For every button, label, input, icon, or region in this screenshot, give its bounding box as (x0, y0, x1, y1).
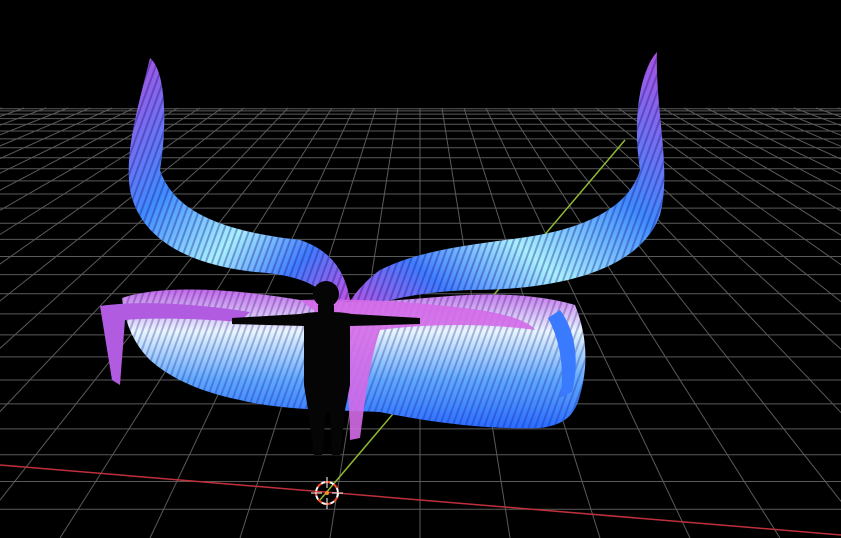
grid-line (749, 107, 841, 147)
grid-line (0, 107, 91, 147)
grid-line (639, 107, 841, 236)
grid-line (661, 107, 841, 212)
grid-line (683, 107, 841, 192)
left-upper-wing-ribs (128, 58, 350, 305)
grid-line (793, 107, 841, 127)
grid-line (0, 107, 47, 126)
3d-viewport[interactable] (0, 0, 841, 538)
wings-model[interactable] (100, 52, 665, 455)
grid-line (551, 107, 841, 414)
grid-line (815, 107, 841, 118)
grid-line (573, 107, 841, 350)
viewport-canvas (0, 52, 841, 538)
grid-line (727, 107, 841, 160)
grid-line (595, 107, 841, 303)
right-upper-wing-ribs (345, 52, 665, 312)
